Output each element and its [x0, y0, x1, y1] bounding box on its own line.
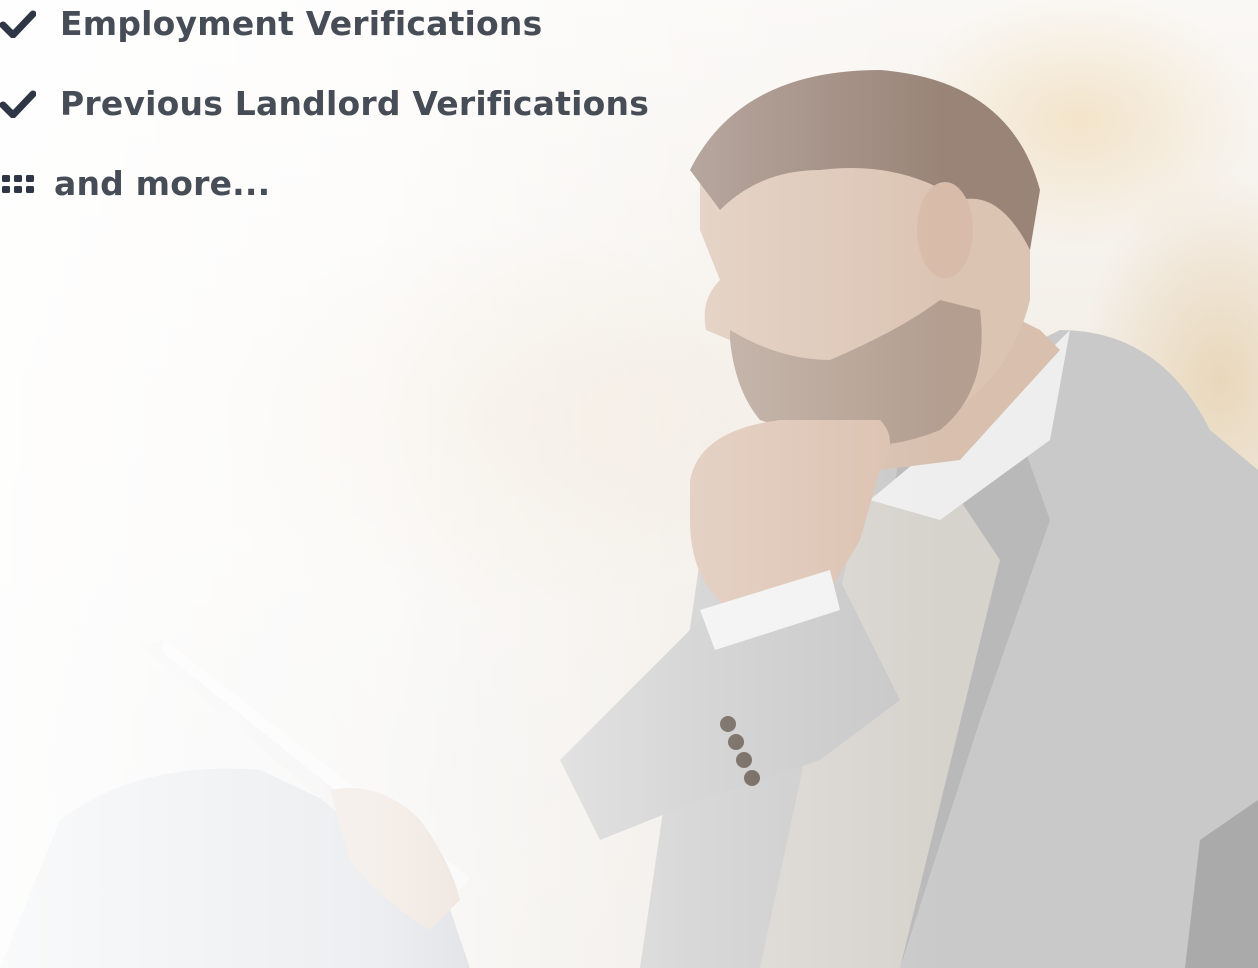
- feature-label: Employment Verifications: [60, 4, 543, 43]
- check-icon: [0, 90, 60, 118]
- feature-item-landlord: Previous Landlord Verifications: [0, 84, 649, 123]
- feature-label: and more...: [54, 164, 271, 203]
- check-icon: [0, 10, 60, 38]
- feature-item-more: and more...: [0, 164, 270, 203]
- man-with-tablet-illustration: [0, 70, 1258, 968]
- feature-label: Previous Landlord Verifications: [60, 84, 650, 123]
- feature-item-employment: Employment Verifications: [0, 4, 542, 43]
- hero-background-image: [0, 0, 1258, 968]
- grid-icon: [0, 173, 54, 195]
